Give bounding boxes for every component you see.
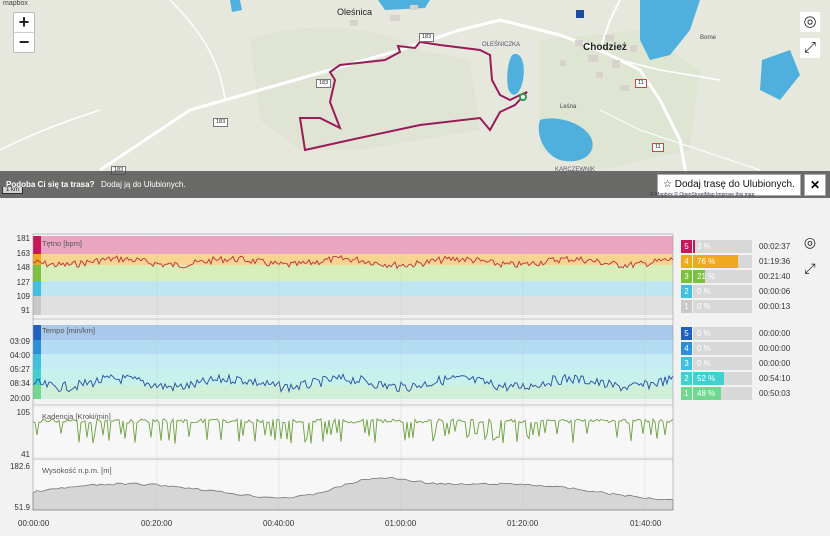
pace-zone-time: 00:00:00 xyxy=(759,329,791,338)
cadence-tick: 105 xyxy=(16,408,30,417)
pace-zone-time: 00:00:00 xyxy=(759,359,791,368)
hr-zone-row: 3 21 % xyxy=(681,270,752,283)
x-tick: 00:20:00 xyxy=(141,519,173,528)
pace-zone-bar: 48 % xyxy=(693,387,752,400)
hr-zone-bar: 0 % xyxy=(693,300,752,313)
x-tick: 01:20:00 xyxy=(507,519,539,528)
hr-zone-bar: 3 % xyxy=(693,240,752,253)
pace-zone-percent: 0 % xyxy=(697,359,711,368)
pace-zone-number: 5 xyxy=(681,327,692,340)
hr-tick: 127 xyxy=(16,278,30,287)
pace-zone-row: 1 48 % xyxy=(681,387,752,400)
pace-zone-number: 2 xyxy=(681,372,692,385)
altitude-label: Wysokość n.p.m. [m] xyxy=(42,466,112,475)
hr-tick: 109 xyxy=(16,292,30,301)
chart-fullscreen-icon[interactable]: ⤢ xyxy=(802,260,818,276)
pace-tick: 05:27 xyxy=(9,365,30,374)
pace-zone-number: 3 xyxy=(681,357,692,370)
hr-zone-time: 00:21:40 xyxy=(759,272,791,281)
pace-zone-time: 00:54:10 xyxy=(759,374,791,383)
hr-zone-time: 00:02:37 xyxy=(759,242,791,251)
charts-canvas xyxy=(32,233,674,511)
chart-settings-icon[interactable]: ◎ xyxy=(802,234,818,250)
pace-zone-percent: 48 % xyxy=(697,389,716,398)
hr-zone-row: 1 0 % xyxy=(681,300,752,313)
hr-tick: 181 xyxy=(16,234,30,243)
pace-zone-percent: 0 % xyxy=(697,344,711,353)
hr-zone-number: 2 xyxy=(681,285,692,298)
hr-zone-percent: 0 % xyxy=(697,302,711,311)
altitude-tick: 182.6 xyxy=(9,462,30,471)
hr-zone-bar: 76 % xyxy=(693,255,752,268)
pace-tick: 20:00 xyxy=(9,394,30,403)
hr-zone-row: 5 3 % xyxy=(681,240,752,253)
hr-zone-time: 01:19:36 xyxy=(759,257,791,266)
pace-zone-percent: 52 % xyxy=(697,374,716,383)
pace-zone-row: 4 0 % xyxy=(681,342,752,355)
pace-zone-row: 5 0 % xyxy=(681,327,752,340)
altitude-panel xyxy=(32,461,674,511)
pace-zone-bar: 0 % xyxy=(693,357,752,370)
hr-zone-bar: 0 % xyxy=(693,285,752,298)
cadence-panel xyxy=(32,408,674,456)
hr-zone-percent: 3 % xyxy=(697,242,711,251)
hr-zone-time: 00:00:06 xyxy=(759,287,791,296)
pace-zone-bar: 52 % xyxy=(693,372,752,385)
hr-tick: 91 xyxy=(21,306,30,315)
x-tick: 00:00:00 xyxy=(18,519,50,528)
pace-label: Tempo [min/km] xyxy=(42,326,95,335)
cadence-tick: 41 xyxy=(21,450,30,459)
hr-zone-number: 3 xyxy=(681,270,692,283)
cadence-label: Kadencja [Kroki/min] xyxy=(42,412,111,421)
hr-panel xyxy=(32,236,674,315)
hr-zone-percent: 21 % xyxy=(697,272,716,281)
hr-zone-bar: 21 % xyxy=(693,270,752,283)
pace-tick: 03:09 xyxy=(9,337,30,346)
pace-panel xyxy=(32,325,674,399)
hr-zone-row: 4 76 % xyxy=(681,255,752,268)
altitude-tick: 51.9 xyxy=(14,503,30,512)
hr-zone-row: 2 0 % xyxy=(681,285,752,298)
hr-zone-number: 4 xyxy=(681,255,692,268)
pace-zone-number: 1 xyxy=(681,387,692,400)
hr-label: Tętno [bpm] xyxy=(42,239,83,248)
pace-zone-row: 3 0 % xyxy=(681,357,752,370)
pace-zone-bar: 0 % xyxy=(693,327,752,340)
x-tick: 01:00:00 xyxy=(385,519,417,528)
hr-zone-number: 5 xyxy=(681,240,692,253)
pace-zone-time: 00:50:03 xyxy=(759,389,791,398)
pace-tick: 08:34 xyxy=(9,379,30,388)
x-tick: 00:40:00 xyxy=(263,519,295,528)
hr-zone-percent: 0 % xyxy=(697,287,711,296)
hr-zone-percent: 76 % xyxy=(697,257,716,266)
pace-zone-number: 4 xyxy=(681,342,692,355)
x-tick: 01:40:00 xyxy=(630,519,662,528)
pace-tick: 04:00 xyxy=(9,351,30,360)
pace-zone-row: 2 52 % xyxy=(681,372,752,385)
hr-zone-number: 1 xyxy=(681,300,692,313)
pace-zone-percent: 0 % xyxy=(697,329,711,338)
hr-zone-time: 00:00:13 xyxy=(759,302,791,311)
pace-zone-time: 00:00:00 xyxy=(759,344,791,353)
pace-zone-bar: 0 % xyxy=(693,342,752,355)
hr-tick: 148 xyxy=(16,263,30,272)
hr-tick: 163 xyxy=(16,249,30,258)
